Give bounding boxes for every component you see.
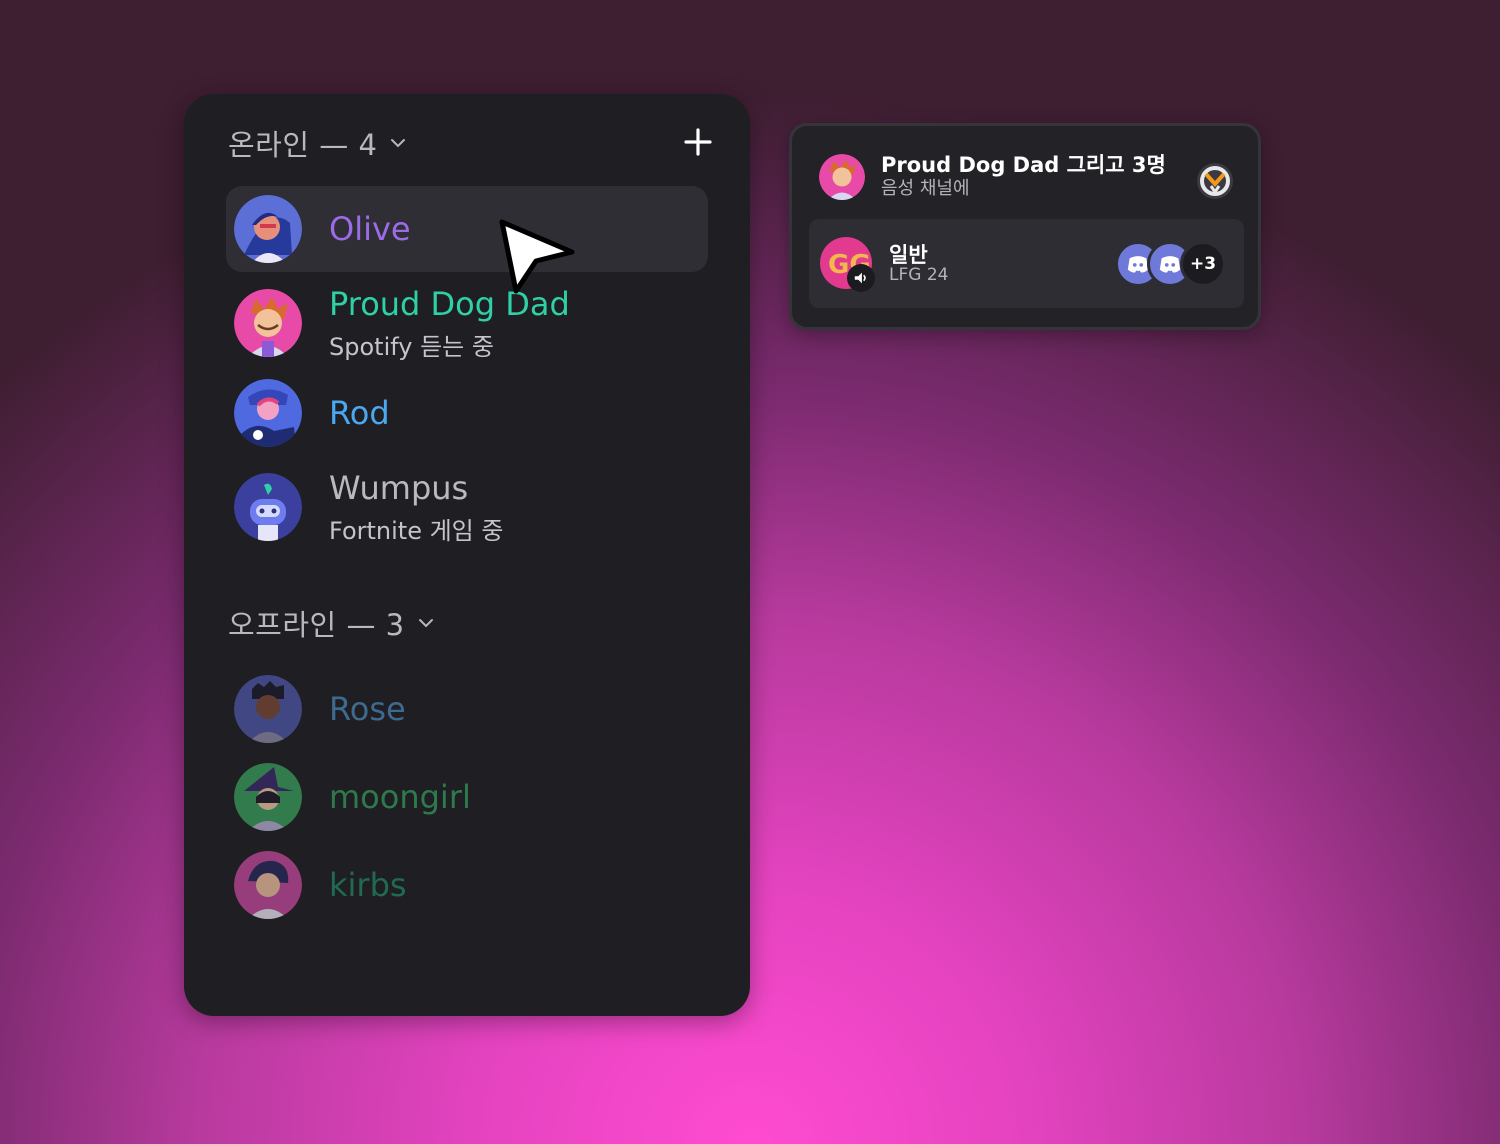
voice-channel-row[interactable]: GG 일반 LFG 24 +3 — [809, 219, 1244, 308]
friend-item-kirbs[interactable]: kirbs — [226, 846, 708, 924]
friend-name: Wumpus — [329, 468, 469, 507]
friend-item-moongirl[interactable]: moongirl — [226, 758, 708, 836]
friend-item-olive[interactable]: Olive — [226, 186, 708, 272]
friend-name: Rod — [329, 394, 390, 432]
popup-title: Proud Dog Dad 그리고 3명 — [881, 153, 1166, 177]
friend-name: moongirl — [329, 778, 471, 816]
friend-item-rose[interactable]: Rose — [226, 670, 708, 748]
chevron-down-icon — [391, 139, 406, 148]
chevron-down-icon — [418, 619, 433, 628]
avatar — [234, 763, 302, 831]
avatar — [819, 153, 865, 200]
more-members-badge: +3 — [1180, 241, 1226, 287]
mouse-cursor-icon — [499, 219, 575, 294]
friend-item-proud-dog-dad[interactable]: Proud Dog Dad Spotify 듣는 중 — [226, 280, 708, 366]
friend-activity-status: Fortnite 게임 중 — [329, 516, 504, 545]
friend-item-wumpus[interactable]: Wumpus Fortnite 게임 중 — [226, 464, 708, 550]
add-friend-button[interactable] — [682, 126, 714, 158]
online-section-header[interactable]: 온라인 — 4 — [228, 122, 407, 164]
channel-subtitle: LFG 24 — [889, 265, 949, 285]
offline-header-label: 오프라인 — 3 — [228, 608, 405, 642]
avatar — [234, 851, 302, 919]
popup-subtitle: 음성 채널에 — [881, 178, 970, 199]
offline-section-header[interactable]: 오프라인 — 3 — [228, 602, 435, 644]
speaker-icon — [847, 264, 875, 292]
friend-item-rod[interactable]: Rod — [226, 374, 708, 452]
friends-panel: 온라인 — 4 Olive Proud Dog Dad Spotify 듣는 중… — [184, 94, 750, 1016]
friend-name: Olive — [329, 210, 411, 248]
voice-activity-popup[interactable]: Proud Dog Dad 그리고 3명 음성 채널에 GG 일반 LFG 24 — [789, 123, 1261, 330]
friend-name: Rose — [329, 690, 406, 728]
friend-name: kirbs — [329, 866, 407, 904]
online-header-label: 온라인 — 4 — [228, 128, 378, 162]
avatar — [234, 675, 302, 743]
overwatch-icon — [1197, 163, 1233, 199]
avatar — [234, 379, 302, 447]
avatar — [234, 289, 302, 357]
avatar — [234, 195, 302, 263]
friend-activity-status: Spotify 듣는 중 — [329, 332, 494, 361]
avatar — [234, 473, 302, 541]
